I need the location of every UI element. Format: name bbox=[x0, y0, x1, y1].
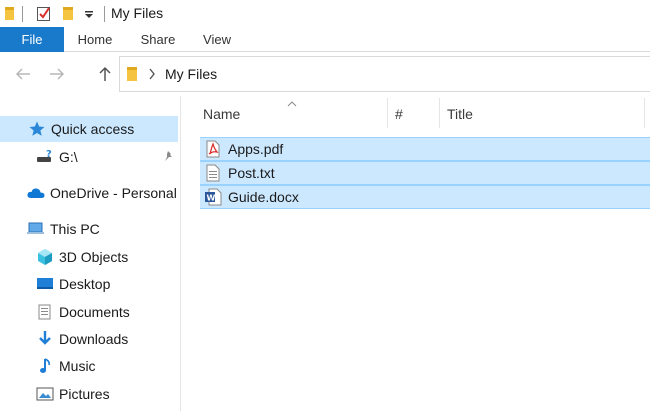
text-file-icon bbox=[203, 163, 223, 183]
window-title: My Files bbox=[111, 5, 164, 21]
nav-item-label: Pictures bbox=[59, 386, 110, 402]
file-name: Apps.pdf bbox=[228, 141, 284, 157]
address-bar[interactable]: My Files bbox=[119, 56, 650, 92]
forward-button[interactable] bbox=[46, 63, 68, 85]
nav-item-label: Downloads bbox=[59, 331, 129, 347]
nav-item-documents[interactable]: Documents bbox=[0, 299, 178, 325]
tab-share[interactable]: Share bbox=[133, 27, 183, 52]
pane-divider[interactable] bbox=[180, 96, 181, 411]
customize-dropdown-icon[interactable] bbox=[84, 8, 94, 23]
ribbon-tabs: File Home Share View bbox=[0, 27, 650, 52]
nav-item-label: Documents bbox=[59, 304, 130, 320]
column-header-name[interactable]: Name bbox=[203, 100, 383, 128]
file-row-guide-docx[interactable]: W Guide.docx bbox=[200, 185, 650, 209]
nav-item-label: 3D Objects bbox=[59, 249, 129, 265]
title-separator bbox=[104, 6, 105, 22]
download-icon bbox=[35, 329, 55, 349]
title-separator bbox=[22, 6, 23, 22]
nav-item-downloads[interactable]: Downloads bbox=[0, 326, 178, 352]
title-bar: My Files bbox=[0, 0, 650, 27]
documents-icon bbox=[35, 302, 55, 322]
nav-item-label: Music bbox=[59, 358, 96, 374]
tab-file[interactable]: File bbox=[0, 27, 64, 52]
word-doc-icon: W bbox=[203, 187, 223, 207]
nav-item-g-drive[interactable]: ? G:\ bbox=[0, 144, 178, 170]
svg-text:?: ? bbox=[46, 149, 52, 160]
music-icon bbox=[35, 356, 55, 376]
pin-icon[interactable] bbox=[162, 150, 174, 167]
tab-home[interactable]: Home bbox=[70, 27, 120, 52]
up-button[interactable] bbox=[94, 63, 116, 85]
new-folder-icon[interactable] bbox=[62, 5, 76, 24]
chevron-right-icon[interactable] bbox=[148, 68, 156, 83]
desktop-icon bbox=[35, 274, 55, 294]
back-button[interactable] bbox=[12, 63, 34, 85]
nav-item-desktop[interactable]: Desktop bbox=[0, 271, 178, 297]
folder-icon[interactable] bbox=[4, 5, 18, 24]
nav-item-3d-objects[interactable]: 3D Objects bbox=[0, 244, 178, 270]
nav-item-onedrive[interactable]: OneDrive - Personal bbox=[0, 180, 178, 206]
drive-icon: ? bbox=[35, 147, 55, 167]
column-divider[interactable] bbox=[387, 98, 388, 128]
file-name: Guide.docx bbox=[228, 189, 299, 205]
tab-view[interactable]: View bbox=[193, 27, 241, 52]
folder-icon bbox=[126, 65, 140, 86]
nav-item-label: This PC bbox=[50, 221, 100, 237]
properties-icon[interactable] bbox=[36, 5, 52, 25]
file-name: Post.txt bbox=[228, 165, 275, 181]
arrow-left-icon bbox=[15, 68, 30, 80]
star-icon bbox=[27, 119, 47, 139]
arrow-right-icon bbox=[50, 68, 65, 80]
column-header-number[interactable]: # bbox=[395, 100, 435, 128]
nav-item-label: OneDrive - Personal bbox=[50, 185, 177, 201]
nav-item-label: G:\ bbox=[59, 149, 78, 165]
file-row-post-txt[interactable]: Post.txt bbox=[200, 161, 650, 185]
column-header-title[interactable]: Title bbox=[447, 100, 637, 128]
nav-item-label: Desktop bbox=[59, 276, 111, 292]
pdf-icon bbox=[203, 139, 223, 159]
file-row-apps-pdf[interactable]: Apps.pdf bbox=[200, 137, 650, 161]
cloud-icon bbox=[26, 183, 46, 203]
nav-item-pictures[interactable]: Pictures bbox=[0, 381, 178, 407]
cube-icon bbox=[35, 247, 55, 267]
pictures-icon bbox=[35, 384, 55, 404]
column-divider[interactable] bbox=[644, 98, 645, 128]
breadcrumb-my-files[interactable]: My Files bbox=[165, 66, 217, 82]
svg-text:W: W bbox=[207, 194, 216, 203]
arrow-up-icon bbox=[99, 66, 111, 81]
nav-item-music[interactable]: Music bbox=[0, 353, 178, 379]
nav-item-quick-access[interactable]: Quick access bbox=[0, 116, 178, 142]
nav-item-this-pc[interactable]: This PC bbox=[0, 216, 178, 242]
column-divider[interactable] bbox=[439, 98, 440, 128]
nav-item-label: Quick access bbox=[51, 121, 135, 137]
computer-icon bbox=[26, 219, 46, 239]
